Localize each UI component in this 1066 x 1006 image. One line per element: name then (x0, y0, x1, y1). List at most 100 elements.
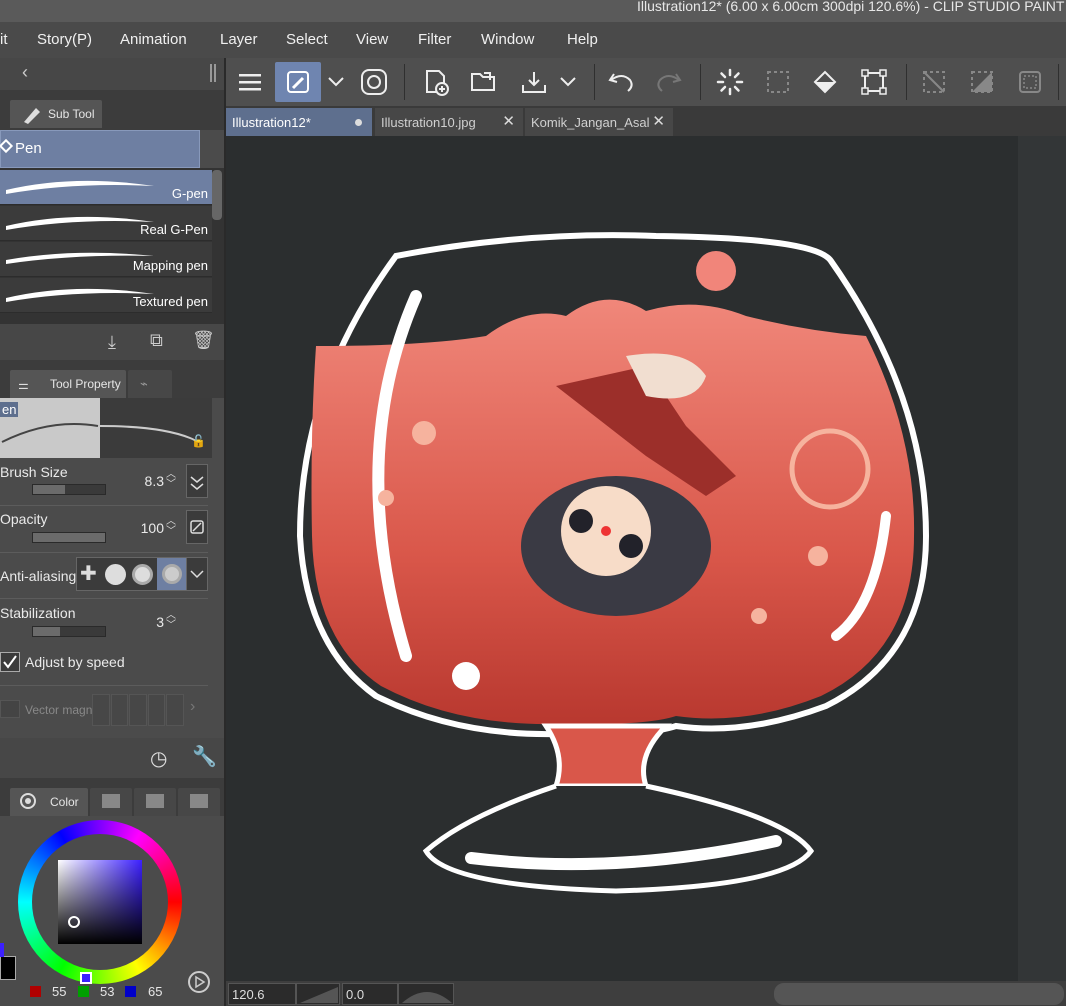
tab-color[interactable]: Color (10, 788, 88, 816)
tab-label: Komik_Jangan_Asal (531, 115, 650, 130)
tab-brush-shape[interactable]: ⌁ (128, 370, 172, 398)
opacity-slider[interactable] (32, 532, 106, 543)
aa-weak-icon[interactable] (105, 564, 126, 585)
brush-item-g-pen[interactable]: G-pen (0, 170, 212, 205)
invert-selection-icon[interactable] (962, 62, 1002, 102)
export-dropdown-icon[interactable] (554, 62, 582, 102)
grip-icon[interactable] (210, 64, 216, 82)
canvas[interactable] (226, 136, 1018, 981)
zoom-slider[interactable] (296, 983, 340, 1005)
opacity-effect-icon[interactable] (186, 510, 208, 544)
aa-none-icon[interactable]: ✚ (80, 564, 97, 584)
menu-select[interactable]: Select (286, 31, 328, 48)
deselect-icon[interactable] (914, 62, 954, 102)
canvas-area[interactable] (226, 136, 1066, 981)
import-icon[interactable]: ⤓ (108, 332, 116, 353)
brush-item-mapping-pen[interactable]: Mapping pen (0, 242, 212, 277)
anti-aliasing-dropdown[interactable] (186, 557, 208, 591)
vector-magnet-levels[interactable] (92, 694, 184, 726)
tab-illustration12[interactable]: Illustration12* (226, 108, 372, 136)
pen-tool-icon[interactable] (275, 62, 321, 102)
tab-subtool[interactable]: Sub Tool (10, 100, 102, 128)
horizontal-scrollbar[interactable] (774, 983, 1064, 1005)
open-folder-icon[interactable] (464, 62, 504, 102)
opacity-value[interactable]: 100 (130, 520, 164, 536)
selection-icon[interactable] (758, 62, 798, 102)
transform-icon[interactable] (854, 62, 894, 102)
saturation-value-square[interactable] (58, 860, 142, 944)
stabilization-spinner-icon[interactable]: ︿ ﹀ (166, 611, 176, 631)
brush-size-slider[interactable] (32, 484, 106, 495)
wrench-icon[interactable]: 🔧 (192, 744, 217, 769)
main-color-swatch[interactable] (0, 956, 16, 980)
menu-layer[interactable]: Layer (220, 31, 258, 48)
reset-dial-icon[interactable]: ◷ (150, 746, 167, 771)
redo-icon[interactable] (648, 62, 688, 102)
tab-illustration10[interactable]: Illustration10.jpg ✕ (375, 108, 523, 136)
loading-spinner-icon[interactable] (710, 62, 750, 102)
brush-label: Real G-Pen (140, 222, 208, 237)
toolproperty-tab-label: Tool Property (50, 377, 121, 391)
menu-view[interactable]: View (356, 31, 388, 48)
new-canvas-icon[interactable] (416, 62, 456, 102)
green-value: 53 (100, 984, 115, 999)
stroke-preview-right: 🔓 (99, 398, 212, 458)
menu-bar: it Story(P) Animation Layer Select View … (0, 22, 1066, 58)
subtool-group-pen[interactable]: Pen (0, 130, 200, 168)
brush-size-spinner-icon[interactable]: ︿ ﹀ (166, 470, 176, 490)
vertical-scrollbar[interactable] (1018, 136, 1066, 981)
trash-icon[interactable]: 🗑 (192, 330, 215, 351)
aa-strong-icon[interactable] (157, 558, 187, 590)
tab-label: Illustration10.jpg (381, 115, 476, 130)
hamburger-menu-icon[interactable] (230, 62, 270, 102)
anti-aliasing-label: Anti-aliasing (0, 568, 77, 584)
menu-edit[interactable]: it (0, 31, 8, 48)
color-mode-icon[interactable] (188, 971, 210, 993)
vector-magnet-checkbox[interactable] (0, 700, 20, 718)
tab-komik[interactable]: Komik_Jangan_Asal ✕ (525, 108, 673, 136)
clip-studio-icon[interactable] (354, 62, 394, 102)
brush-item-textured-pen[interactable]: Textured pen (0, 278, 212, 313)
stabilization-value[interactable]: 3 (130, 614, 164, 630)
opacity-label: Opacity (0, 511, 48, 527)
close-icon[interactable]: ✕ (502, 112, 515, 130)
brush-list: G-pen Real G-Pen Mapping pen Textured pe… (0, 168, 224, 324)
tab-toolproperty[interactable]: ⚌ Tool Property (10, 370, 126, 398)
duplicate-icon[interactable]: ⧉ (150, 330, 163, 351)
export-icon[interactable] (514, 62, 554, 102)
opacity-spinner-icon[interactable]: ︿ ﹀ (166, 517, 176, 537)
menu-help[interactable]: Help (567, 31, 598, 48)
hue-marker[interactable] (80, 972, 92, 984)
brush-list-scrollbar[interactable] (212, 170, 222, 220)
brush-item-real-g-pen[interactable]: Real G-Pen (0, 206, 212, 241)
panel-divider[interactable] (224, 58, 226, 1006)
frame-icon[interactable] (1010, 62, 1050, 102)
chevron-down-icon[interactable] (322, 62, 350, 102)
red-channel-swatch (30, 986, 41, 997)
pressure-icon[interactable] (186, 464, 208, 498)
menu-filter[interactable]: Filter (418, 31, 451, 48)
tab-color-slider[interactable] (90, 788, 132, 816)
toolproperty-actions: ◷ 🔧 (0, 738, 224, 778)
rotation-field[interactable]: 0.0 (342, 983, 398, 1005)
collapse-left-icon[interactable]: ‹ (22, 62, 28, 83)
lock-icon[interactable]: 🔓 (191, 434, 206, 448)
close-icon[interactable]: ✕ (652, 112, 665, 130)
menu-animation[interactable]: Animation (120, 31, 187, 48)
brush-size-value[interactable]: 8.3 (130, 473, 164, 489)
rotation-slider[interactable] (398, 983, 454, 1005)
blue-channel-swatch (125, 986, 136, 997)
menu-window[interactable]: Window (481, 31, 534, 48)
zoom-field[interactable]: 120.6 (228, 983, 296, 1005)
adjust-by-speed-checkbox[interactable] (0, 652, 20, 672)
menu-story[interactable]: Story(P) (37, 31, 92, 48)
fill-icon[interactable] (806, 62, 846, 102)
left-panel: ‹ Sub Tool Pen G-pen Real G-Pen Mapping … (0, 58, 224, 1006)
vector-magnet-arrow-icon[interactable]: › (190, 698, 195, 716)
tab-intermediate-color[interactable] (178, 788, 220, 816)
stabilization-slider[interactable] (32, 626, 106, 637)
tab-color-set[interactable] (134, 788, 176, 816)
blue-value: 65 (148, 984, 163, 999)
undo-icon[interactable] (602, 62, 642, 102)
aa-medium-icon[interactable] (132, 564, 153, 585)
